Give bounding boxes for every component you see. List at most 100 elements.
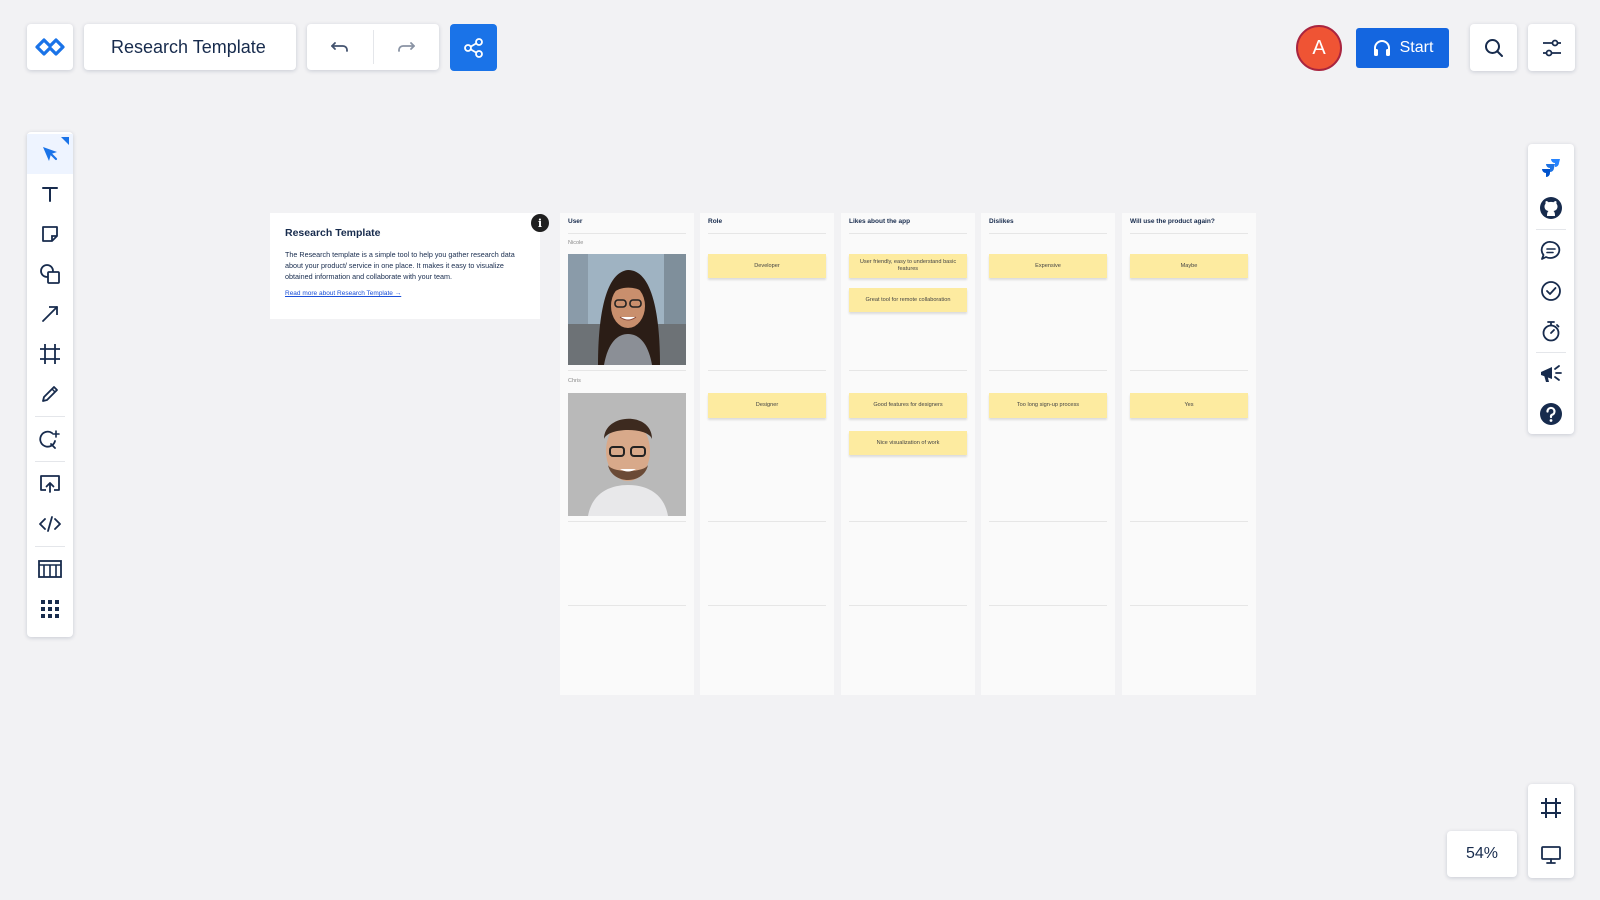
announcements-button[interactable] xyxy=(1528,354,1574,394)
text-tool[interactable] xyxy=(27,174,73,214)
embed-tool[interactable] xyxy=(27,504,73,544)
column-likes[interactable]: Likes about the app User friendly, easy … xyxy=(841,213,975,695)
jira-button[interactable] xyxy=(1528,148,1574,188)
divider xyxy=(568,233,686,234)
frame-tool[interactable] xyxy=(27,334,73,374)
template-info-card[interactable]: Research Template The Research template … xyxy=(270,213,540,319)
timer-icon xyxy=(1541,320,1561,342)
divider xyxy=(708,605,826,606)
sticky-note[interactable]: Too long sign-up process xyxy=(989,393,1107,418)
divider xyxy=(989,605,1107,606)
frame-icon xyxy=(39,343,61,365)
present-button[interactable] xyxy=(1528,831,1574,878)
upload-icon xyxy=(39,474,61,494)
info-card-title: Research Template xyxy=(285,227,381,239)
divider xyxy=(1130,521,1248,522)
select-tool[interactable] xyxy=(27,134,73,174)
divider xyxy=(1130,233,1248,234)
shapes-icon xyxy=(39,263,61,285)
sticky-note[interactable]: Good features for designers xyxy=(849,393,967,418)
undo-button[interactable] xyxy=(307,24,373,70)
sticky-note[interactable]: Maybe xyxy=(1130,254,1248,278)
apps-tool[interactable] xyxy=(27,589,73,629)
photo-nicole[interactable] xyxy=(568,254,686,365)
sticky-note-tool[interactable] xyxy=(27,214,73,254)
logo-button[interactable] xyxy=(27,24,73,70)
upload-tool[interactable] xyxy=(27,464,73,504)
frames-button[interactable] xyxy=(1528,784,1574,831)
divider xyxy=(849,605,967,606)
divider xyxy=(568,605,686,606)
divider xyxy=(849,521,967,522)
divider xyxy=(1130,605,1248,606)
lasso-tool[interactable] xyxy=(27,419,73,459)
sticky-note[interactable]: Yes xyxy=(1130,393,1248,418)
info-card-body: The Research template is a simple tool t… xyxy=(285,250,515,281)
headphones-icon xyxy=(1372,39,1392,57)
divider xyxy=(1536,352,1566,353)
logo-icon xyxy=(35,36,65,58)
left-toolbar xyxy=(27,132,73,637)
column-use-again[interactable]: Will use the product again? Maybe Yes xyxy=(1122,213,1256,695)
help-icon xyxy=(1539,402,1563,426)
embed-icon xyxy=(39,515,61,533)
user-name: Nicole xyxy=(568,240,584,246)
frame-icon xyxy=(1540,797,1562,819)
divider xyxy=(989,521,1107,522)
divider xyxy=(1130,370,1248,371)
bottom-tools xyxy=(1528,784,1574,878)
divider xyxy=(568,370,686,371)
column-header: Role xyxy=(708,218,723,225)
announce-icon xyxy=(1539,363,1563,385)
read-more-link[interactable]: Read more about Research Template → xyxy=(285,290,525,297)
divider xyxy=(35,461,65,462)
board-title[interactable]: Research Template xyxy=(84,24,296,70)
column-user[interactable]: User Nicole Chris xyxy=(560,213,694,695)
comment-button[interactable] xyxy=(1528,231,1574,271)
zoom-level[interactable]: 54% xyxy=(1447,831,1517,877)
sticky-note[interactable]: Great tool for remote collaboration xyxy=(849,288,967,312)
github-icon xyxy=(1539,196,1563,220)
column-role[interactable]: Role Developer Designer xyxy=(700,213,834,695)
settings-button[interactable] xyxy=(1528,24,1575,71)
column-dislikes[interactable]: Dislikes Expensive Too long sign-up proc… xyxy=(981,213,1115,695)
divider xyxy=(708,370,826,371)
arrow-tool[interactable] xyxy=(27,294,73,334)
help-button[interactable] xyxy=(1528,394,1574,434)
share-button[interactable] xyxy=(450,24,497,71)
github-button[interactable] xyxy=(1528,188,1574,228)
table-tool[interactable] xyxy=(27,549,73,589)
sticky-note-icon xyxy=(40,224,60,244)
jira-icon xyxy=(1541,158,1561,178)
photo-chris[interactable] xyxy=(568,393,686,516)
shapes-tool[interactable] xyxy=(27,254,73,294)
divider xyxy=(35,546,65,547)
start-call-button[interactable]: Start xyxy=(1356,28,1449,68)
sliders-icon xyxy=(1542,39,1562,57)
select-icon xyxy=(41,145,59,163)
divider xyxy=(708,521,826,522)
history-controls xyxy=(307,24,439,70)
search-button[interactable] xyxy=(1470,24,1517,71)
sticky-note[interactable]: Nice visualization of work xyxy=(849,431,967,455)
redo-button[interactable] xyxy=(374,24,440,70)
present-icon xyxy=(1540,845,1562,865)
info-icon[interactable]: i xyxy=(531,214,549,232)
divider xyxy=(35,416,65,417)
user-name: Chris xyxy=(568,378,581,384)
column-header: User xyxy=(568,218,583,225)
divider xyxy=(849,233,967,234)
sticky-note[interactable]: Expensive xyxy=(989,254,1107,278)
sticky-note[interactable]: User friendly, easy to understand basic … xyxy=(849,254,967,278)
pen-tool[interactable] xyxy=(27,374,73,414)
right-integrations-rail xyxy=(1528,144,1574,434)
sticky-note[interactable]: Designer xyxy=(708,393,826,418)
timer-button[interactable] xyxy=(1528,311,1574,351)
checklist-icon xyxy=(1540,280,1562,302)
share-icon xyxy=(463,37,485,59)
divider xyxy=(989,370,1107,371)
search-icon xyxy=(1484,38,1504,58)
checklist-button[interactable] xyxy=(1528,271,1574,311)
user-avatar[interactable]: A xyxy=(1296,25,1342,71)
sticky-note[interactable]: Developer xyxy=(708,254,826,278)
